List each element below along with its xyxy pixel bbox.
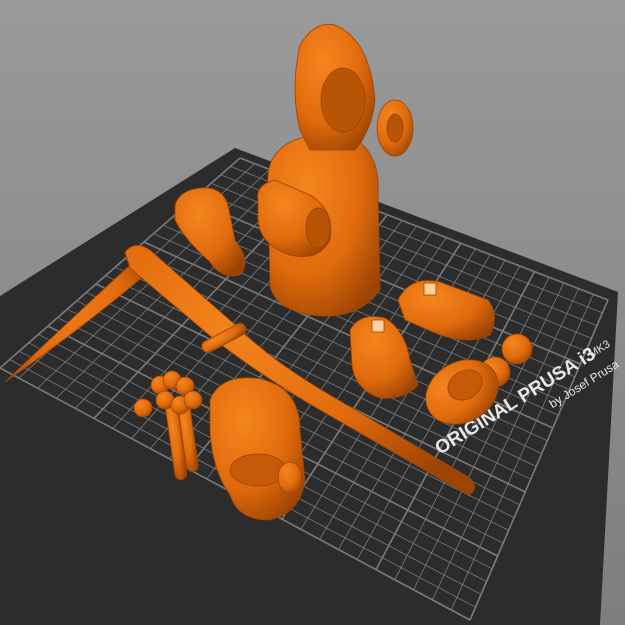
3d-viewport[interactable]: ORIGINAL PRUSA i3 MK3 by Josef Prusa: [0, 0, 625, 625]
